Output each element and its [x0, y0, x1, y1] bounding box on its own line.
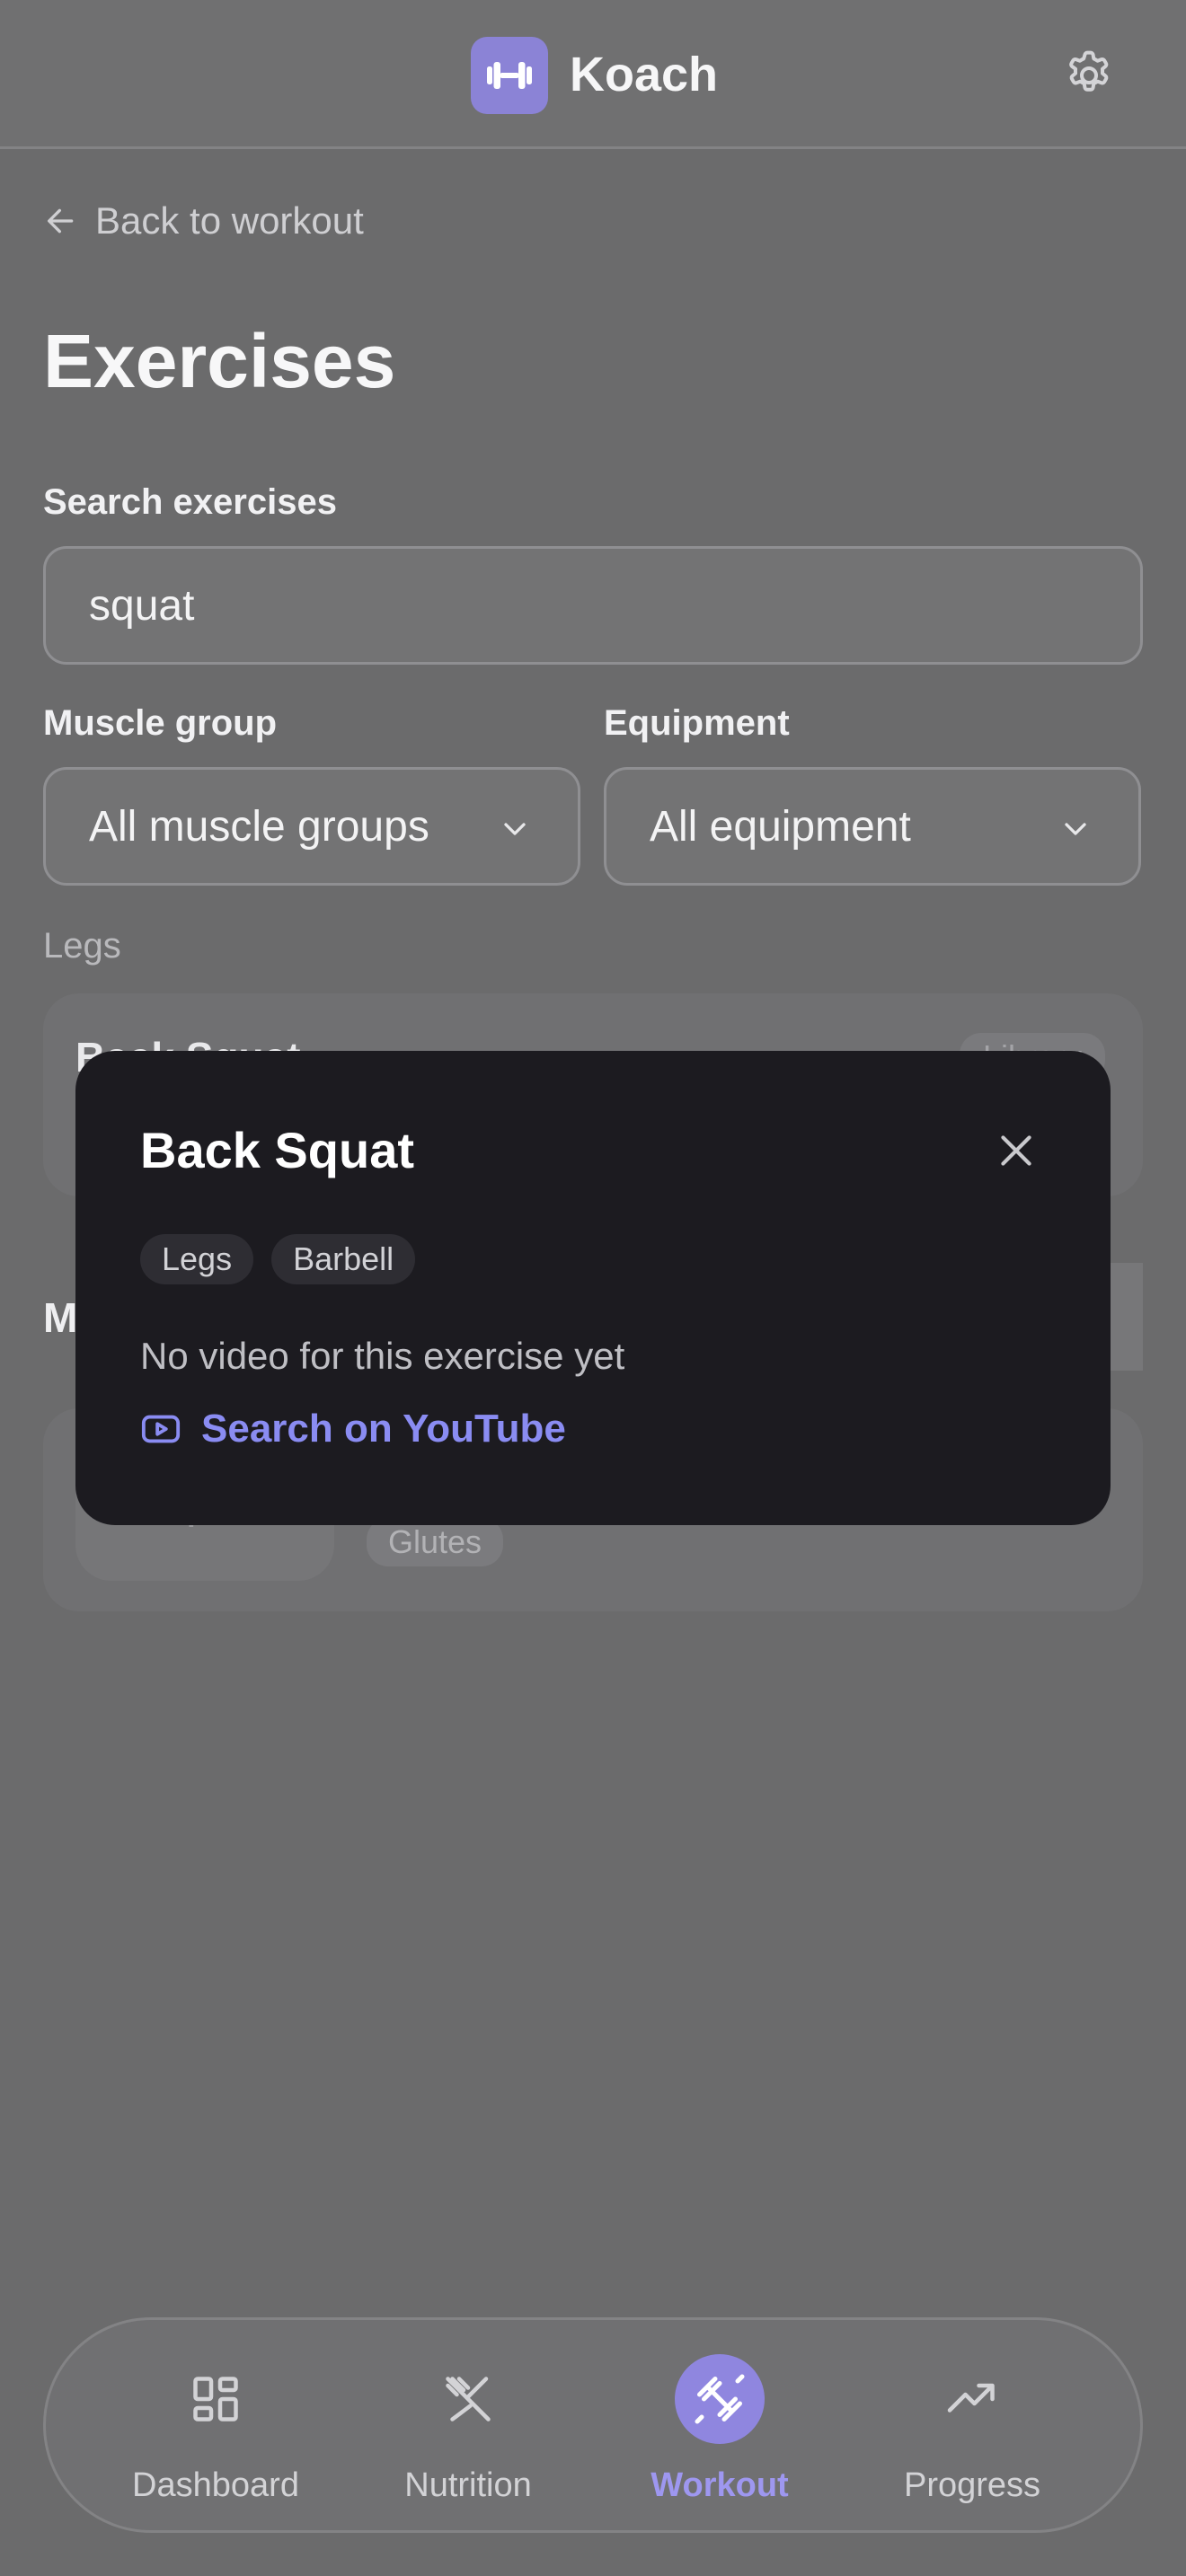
- equipment-select[interactable]: All equipment: [604, 767, 1141, 886]
- gear-icon: [1069, 50, 1109, 92]
- section-heading-legs: Legs: [43, 926, 121, 966]
- no-video-message: No video for this exercise yet: [140, 1335, 625, 1377]
- muscle-tag: Glutes: [367, 1518, 504, 1566]
- page-title: Exercises: [43, 319, 396, 403]
- nav-label: Dashboard: [132, 2466, 299, 2504]
- nav-nutrition[interactable]: Nutrition: [351, 2320, 585, 2530]
- dumbbell-icon: [487, 62, 532, 89]
- app-name: Koach: [570, 48, 719, 101]
- grid-icon: [193, 2377, 238, 2422]
- nav-label: Workout: [651, 2466, 789, 2504]
- equipment-value: All equipment: [650, 803, 911, 851]
- nav-progress[interactable]: Progress: [855, 2320, 1089, 2530]
- modal-title: Back Squat: [140, 1122, 414, 1178]
- nav-label: Progress: [903, 2466, 1041, 2504]
- tag-barbell: Barbell: [271, 1234, 416, 1284]
- search-youtube-link[interactable]: Search on YouTube: [140, 1405, 566, 1453]
- nav-label: Nutrition: [404, 2466, 532, 2504]
- search-field[interactable]: [43, 546, 1143, 665]
- chevron-down-icon: [504, 823, 526, 835]
- equipment-label: Equipment: [604, 703, 790, 743]
- bottom-nav: Dashboard Nutrition Workout Progress: [43, 2317, 1143, 2533]
- search-input[interactable]: [89, 549, 1095, 662]
- close-icon: [1001, 1135, 1031, 1166]
- nav-workout[interactable]: Workout: [603, 2320, 836, 2530]
- section-heading-partial: M: [43, 1294, 78, 1341]
- muscle-group-select[interactable]: All muscle groups: [43, 767, 580, 886]
- settings-button[interactable]: [1060, 47, 1118, 104]
- app-logo: [471, 37, 548, 114]
- back-to-workout-link[interactable]: Back to workout: [43, 196, 364, 246]
- nav-dashboard[interactable]: Dashboard: [99, 2320, 332, 2530]
- dumbbell-icon: [695, 2374, 745, 2424]
- search-youtube-label: Search on YouTube: [201, 1407, 566, 1451]
- back-link-label: Back to workout: [95, 199, 364, 242]
- tag-legs: Legs: [140, 1234, 254, 1284]
- exercise-detail-modal: Back Squat Legs Barbell No video for thi…: [75, 1051, 1111, 1525]
- fork-knife-icon: [446, 2377, 491, 2422]
- trend-up-icon: [947, 2383, 995, 2413]
- muscle-group-label: Muscle group: [43, 703, 278, 743]
- muscle-group-value: All muscle groups: [89, 803, 429, 851]
- top-bar: Koach: [0, 0, 1186, 149]
- chevron-down-icon: [1065, 823, 1086, 835]
- arrow-left-icon: [48, 208, 74, 234]
- search-label: Search exercises: [43, 482, 337, 522]
- youtube-icon: [141, 1415, 181, 1443]
- modal-tags: Legs Barbell: [140, 1234, 433, 1284]
- close-button[interactable]: [994, 1128, 1039, 1173]
